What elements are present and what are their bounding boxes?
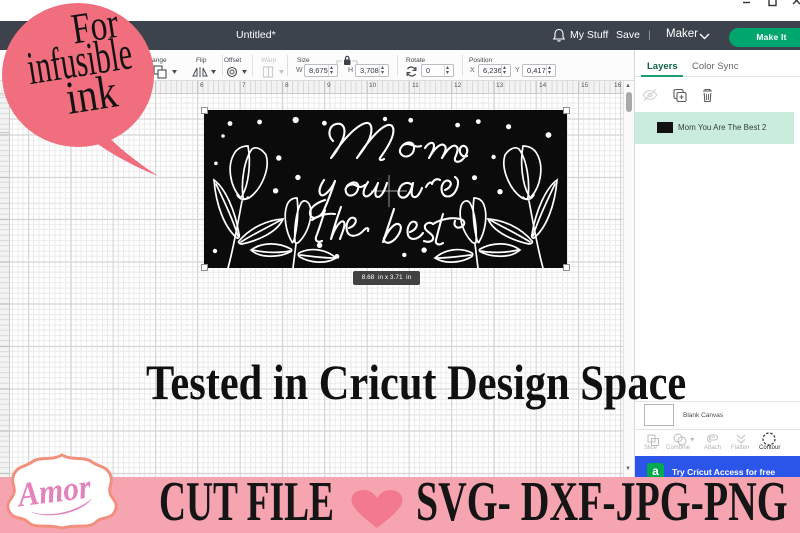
svg-text:ink: ink [62,66,121,125]
